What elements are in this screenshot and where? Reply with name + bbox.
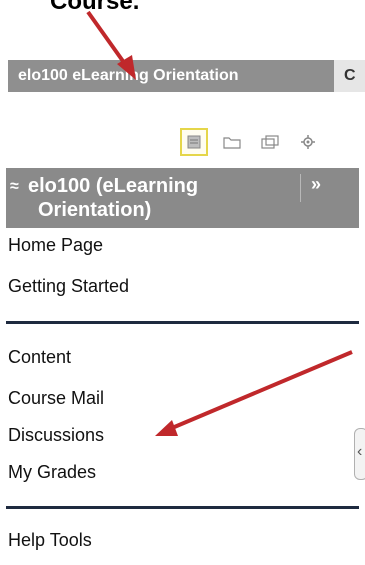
collapse-icon[interactable]: ≈ — [10, 178, 19, 196]
sidebar-collapse-handle[interactable]: ‹ — [354, 428, 365, 480]
course-tab[interactable]: elo100 eLearning Orientation — [8, 60, 334, 92]
menu-separator — [6, 321, 359, 324]
menu-item-content[interactable]: Content — [8, 347, 71, 368]
menu-separator — [6, 506, 359, 509]
menu-item-my-grades[interactable]: My Grades — [8, 462, 96, 483]
course-menu-header: ≈ elo100 (eLearning Orientation) » — [6, 168, 359, 228]
folder-icon[interactable] — [218, 128, 246, 156]
menu-item-help-tools[interactable]: Help Tools — [8, 530, 92, 551]
course-title-line1: elo100 (eLearning — [28, 175, 199, 197]
window-icon[interactable] — [256, 128, 284, 156]
menu-item-getting-started[interactable]: Getting Started — [8, 276, 129, 297]
menu-item-discussions[interactable]: Discussions — [8, 425, 104, 446]
expand-icon[interactable]: » — [311, 174, 321, 195]
annotation-arrow-discussions — [155, 350, 353, 436]
menu-item-course-mail[interactable]: Course Mail — [8, 388, 104, 409]
next-tab-partial-label[interactable]: C — [344, 60, 356, 92]
annotation-caption: Course. — [50, 0, 140, 15]
gear-icon[interactable] — [294, 128, 322, 156]
chevron-left-icon: ‹ — [357, 443, 363, 460]
menu-item-home-page[interactable]: Home Page — [8, 235, 103, 256]
course-title-line2: Orientation) — [38, 199, 152, 221]
course-menu-title: elo100 (eLearning Orientation) — [28, 174, 268, 222]
list-view-icon[interactable] — [180, 128, 208, 156]
header-divider — [300, 174, 301, 202]
